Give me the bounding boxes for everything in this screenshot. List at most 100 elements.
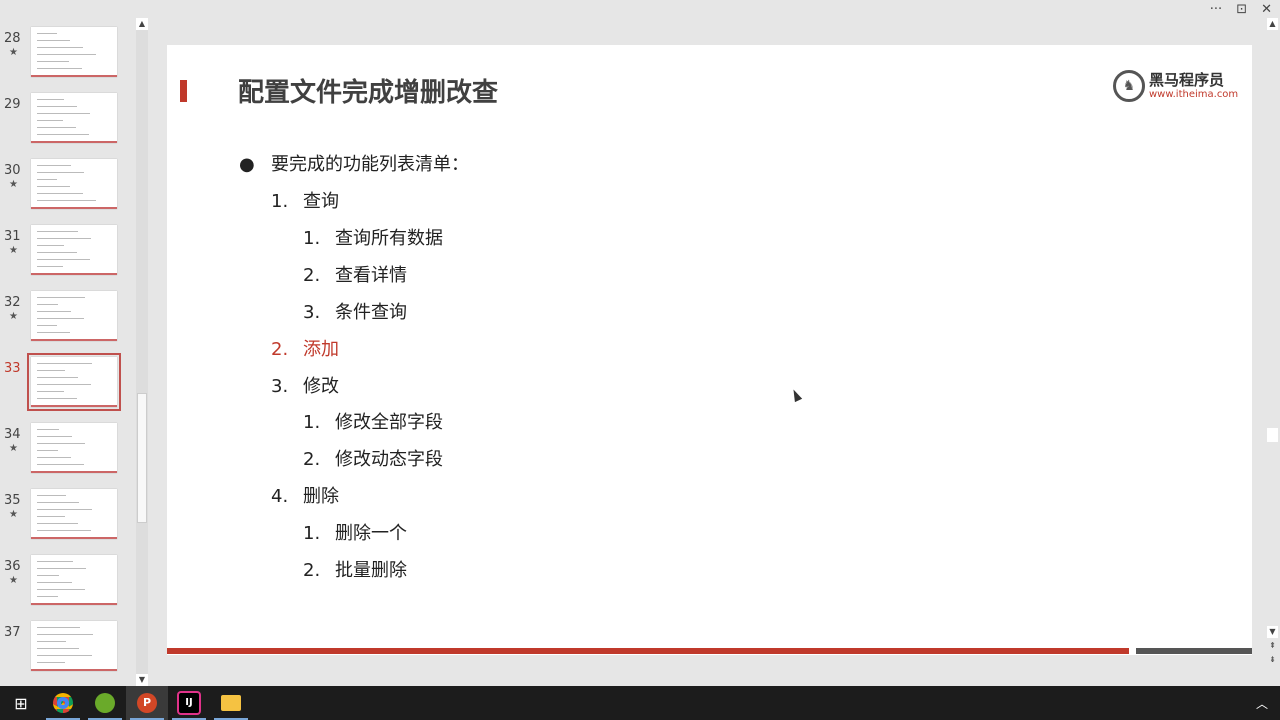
slide-thumbnail[interactable]: 30 ★ bbox=[0, 159, 130, 217]
list-item: 3. 条件查询 bbox=[303, 298, 407, 324]
item-text: 批量删除 bbox=[335, 560, 407, 581]
slide-thumbnail[interactable]: 32 ★ bbox=[0, 291, 130, 349]
item-text: 查询所有数据 bbox=[335, 227, 443, 249]
list-item: 2. 批量删除 bbox=[303, 556, 407, 582]
list-item: 1. 删除一个 bbox=[303, 519, 407, 545]
item-text: 查询 bbox=[303, 191, 339, 212]
item-text: 删除一个 bbox=[335, 523, 407, 545]
item-number: 2. bbox=[303, 560, 321, 581]
slide-thumbnail[interactable]: 37 bbox=[0, 621, 130, 679]
bullet-item: ● 要完成的功能列表清单： bbox=[239, 150, 469, 176]
next-slide-icon[interactable]: ⇟ bbox=[1267, 654, 1278, 666]
thumbnail-image[interactable] bbox=[31, 423, 117, 473]
thumbnail-panel: 28 ★ 29 30 ★ 31 ★ 32 ★ 33 34 ★ 35 ★ 36 ★ 37 bbox=[0, 18, 150, 686]
bullet-icon: ● bbox=[239, 154, 255, 175]
item-text: 修改动态字段 bbox=[335, 449, 443, 471]
slide-title: 配置文件完成增删改查 bbox=[238, 78, 499, 108]
file-explorer-icon[interactable] bbox=[210, 686, 252, 720]
green-app-icon[interactable] bbox=[84, 686, 126, 720]
powerpoint-icon[interactable]: P bbox=[126, 686, 168, 720]
intellij-icon[interactable]: IJ bbox=[168, 686, 210, 720]
title-marker bbox=[180, 80, 187, 102]
item-number: 1. bbox=[303, 412, 321, 434]
footer-red-bar bbox=[167, 648, 1129, 654]
slide-number: 36 bbox=[4, 559, 21, 574]
slide-canvas[interactable]: 配置文件完成增删改查 ♞ 黑马程序员 www.itheima.com ● 要完成的… bbox=[167, 45, 1252, 655]
scroll-thumb[interactable] bbox=[1267, 428, 1278, 442]
slide-thumbnail[interactable]: 29 bbox=[0, 93, 130, 151]
scroll-down-arrow-icon[interactable]: ▼ bbox=[136, 674, 148, 686]
item-text: 条件查询 bbox=[335, 301, 407, 323]
item-number: 2. bbox=[303, 449, 321, 471]
scroll-down-arrow-icon[interactable]: ▼ bbox=[1267, 626, 1278, 638]
more-options-button[interactable]: ··· bbox=[1210, 2, 1222, 17]
slide-thumbnail[interactable]: 36 ★ bbox=[0, 555, 130, 613]
thumbnail-image[interactable] bbox=[31, 159, 117, 209]
slide-thumbnail[interactable]: 33 bbox=[0, 353, 130, 415]
list-item: 2. 修改动态字段 bbox=[303, 445, 443, 471]
slide-number: 33 bbox=[4, 361, 21, 376]
thumbnail-image[interactable] bbox=[31, 225, 117, 275]
item-number: 2. bbox=[303, 264, 321, 286]
slide-thumbnail[interactable]: 31 ★ bbox=[0, 225, 130, 283]
taskbar: ⊞ P IJ ︿ bbox=[0, 686, 1280, 720]
slide-scrollbar[interactable]: ▲ ▼ ⇞ ⇟ bbox=[1265, 18, 1280, 668]
animation-star-icon: ★ bbox=[9, 47, 18, 58]
close-button[interactable]: ✕ bbox=[1261, 2, 1272, 17]
tray-chevron-icon[interactable]: ︿ bbox=[1256, 695, 1280, 712]
list-item: 3. 修改 bbox=[271, 372, 339, 398]
animation-star-icon: ★ bbox=[9, 311, 18, 322]
animation-star-icon: ★ bbox=[9, 575, 18, 586]
slide-number: 34 bbox=[4, 427, 21, 442]
animation-star-icon: ★ bbox=[9, 509, 18, 520]
windows-start-icon[interactable]: ⊞ bbox=[0, 686, 42, 720]
thumbnail-image[interactable] bbox=[31, 93, 117, 143]
thumbnail-image[interactable] bbox=[31, 489, 117, 539]
slide-number: 29 bbox=[4, 97, 21, 112]
thumbnail-image[interactable] bbox=[27, 353, 121, 411]
thumbnail-image[interactable] bbox=[31, 555, 117, 605]
list-item: 1. 修改全部字段 bbox=[303, 408, 443, 434]
thumbnail-image[interactable] bbox=[31, 291, 117, 341]
window-controls: ··· ⊡ ✕ bbox=[1210, 0, 1280, 18]
slide-number: 30 bbox=[4, 163, 21, 178]
horse-logo-icon: ♞ bbox=[1113, 70, 1145, 102]
item-number: 3. bbox=[303, 301, 321, 323]
thumbnail-image[interactable] bbox=[31, 27, 117, 77]
scroll-up-arrow-icon[interactable]: ▲ bbox=[1267, 18, 1278, 30]
animation-star-icon: ★ bbox=[9, 179, 18, 190]
thumbnail-scrollbar[interactable]: ▲ ▼ bbox=[136, 18, 148, 686]
logo-name: 黑马程序员 bbox=[1149, 71, 1225, 89]
logo-url: www.itheima.com bbox=[1149, 89, 1239, 100]
list-item: 4. 删除 bbox=[271, 482, 339, 508]
list-item: 1. 查询所有数据 bbox=[303, 224, 443, 250]
scroll-thumb[interactable] bbox=[137, 393, 147, 523]
list-item: 2. 添加 bbox=[271, 335, 339, 361]
present-icon[interactable]: ⊡ bbox=[1236, 2, 1247, 17]
item-text: 查看详情 bbox=[335, 264, 407, 286]
chrome-icon[interactable] bbox=[42, 686, 84, 720]
slide-thumbnail[interactable]: 35 ★ bbox=[0, 489, 130, 547]
footer-gray-bar bbox=[1136, 648, 1252, 654]
slide-number: 37 bbox=[4, 625, 21, 640]
item-text: 删除 bbox=[303, 486, 339, 508]
slide-number: 31 bbox=[4, 229, 21, 244]
slide-number: 35 bbox=[4, 493, 21, 508]
slide-thumbnail[interactable]: 34 ★ bbox=[0, 423, 130, 481]
item-number: 4. bbox=[271, 486, 289, 508]
animation-star-icon: ★ bbox=[9, 443, 18, 454]
item-number: 2. bbox=[271, 338, 289, 360]
list-item: 1. 查询 bbox=[271, 187, 339, 213]
scroll-up-arrow-icon[interactable]: ▲ bbox=[136, 18, 148, 30]
item-number: 1. bbox=[303, 227, 321, 249]
item-number: 3. bbox=[271, 375, 289, 397]
slide-number: 32 bbox=[4, 295, 21, 310]
prev-slide-icon[interactable]: ⇞ bbox=[1267, 640, 1278, 652]
item-text: 修改全部字段 bbox=[335, 412, 443, 434]
itheima-logo: ♞ 黑马程序员 www.itheima.com bbox=[1113, 70, 1238, 102]
item-number: 1. bbox=[271, 191, 289, 212]
thumbnail-image[interactable] bbox=[31, 621, 117, 671]
slide-thumbnail[interactable]: 28 ★ bbox=[0, 27, 130, 85]
bullet-text: 要完成的功能列表清单： bbox=[271, 154, 469, 175]
slide-number: 28 bbox=[4, 31, 21, 46]
